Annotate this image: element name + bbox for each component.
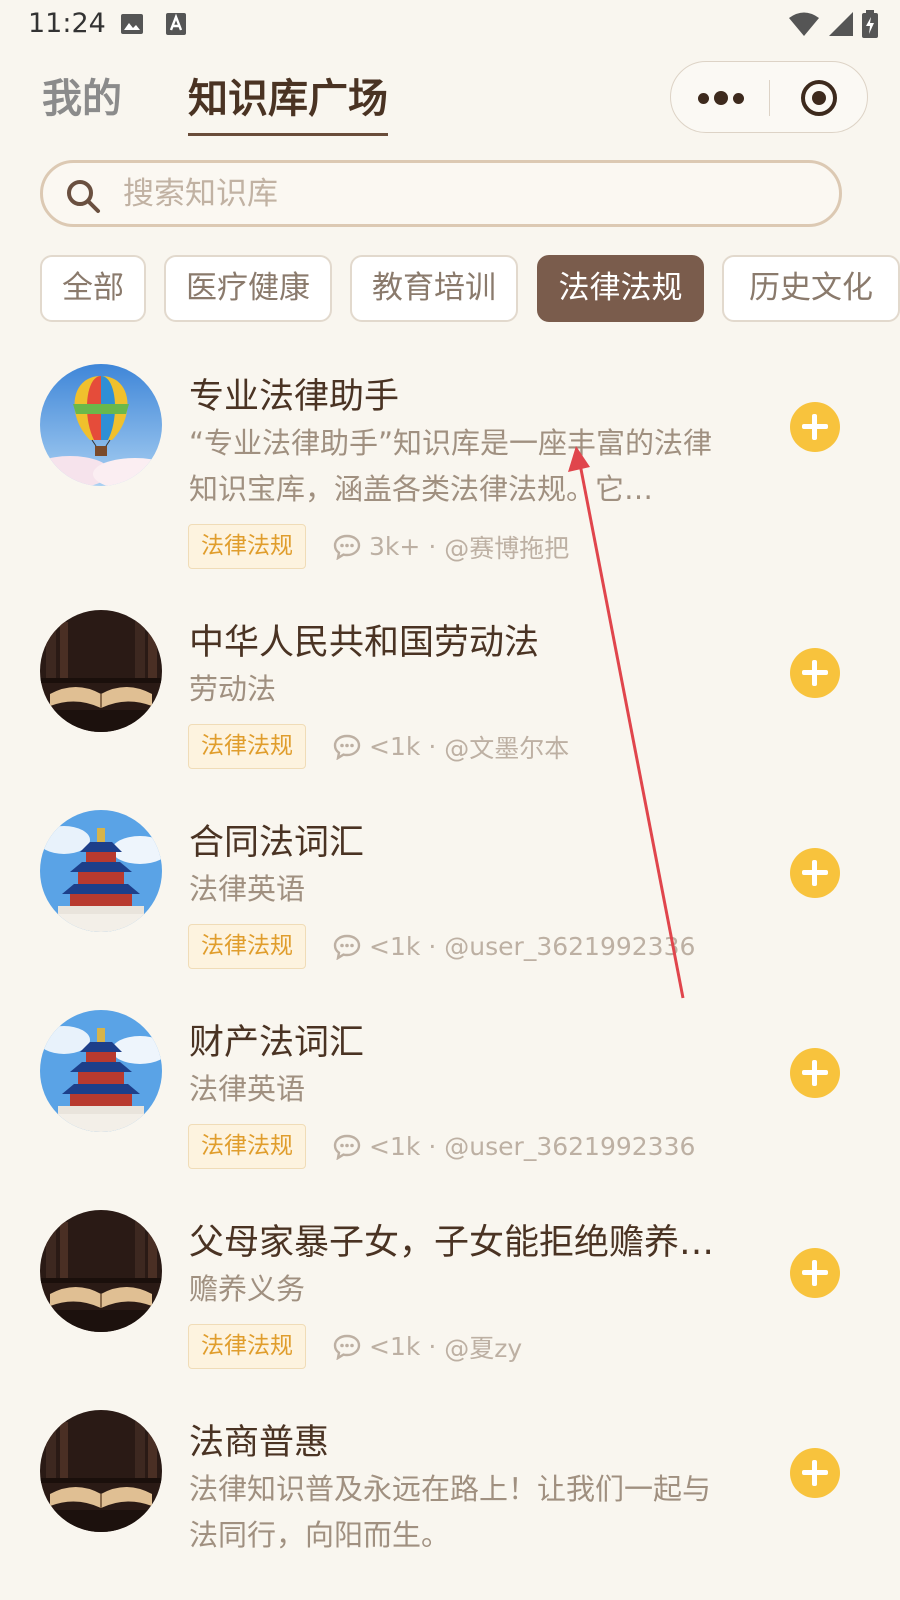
list-item[interactable]: 财产法词汇 法律英语 法律法规 <1k · @user_3621992336	[0, 1008, 900, 1188]
item-meta: <1k · @user_3621992336	[333, 1124, 695, 1169]
tab-knowledge-square[interactable]: 知识库广场	[188, 66, 388, 124]
wifi-icon	[789, 12, 819, 36]
list-item[interactable]: 专业法律助手 “专业法律助手”知识库是一座丰富的法律知识宝库，涵盖各类法律法规。…	[0, 362, 900, 582]
text-notification-icon	[166, 13, 186, 35]
list-item[interactable]: 法商普惠 法律知识普及永远在路上！让我们一起与法同行，向阳而生。	[0, 1408, 900, 1600]
meta-separator: ·	[428, 532, 437, 561]
capsule-divider	[769, 80, 770, 116]
list-item[interactable]: 中华人民共和国劳动法 劳动法 法律法规 <1k · @文墨尔本	[0, 608, 900, 788]
add-knowledge-base-button[interactable]	[790, 1048, 840, 1098]
item-count: <1k	[369, 932, 421, 961]
item-title: 专业法律助手	[189, 377, 400, 417]
add-knowledge-base-button[interactable]	[790, 648, 840, 698]
avatar-open-book	[40, 1410, 162, 1532]
item-description: “专业法律助手”知识库是一座丰富的法律知识宝库，涵盖各类法律法规。它…	[189, 426, 713, 506]
item-meta: <1k · @夏zy	[333, 1324, 522, 1369]
item-author: @赛博拖把	[444, 533, 570, 563]
item-description: 赡养义务	[189, 1272, 306, 1306]
avatar-open-book	[40, 610, 162, 732]
comment-bubble-icon	[333, 1334, 361, 1360]
list-item[interactable]: 父母家暴子女，子女能拒绝赡养… 赡养义务 法律法规 <1k · @夏zy	[0, 1208, 900, 1388]
category-chip-history[interactable]: 历史文化	[722, 255, 900, 322]
target-circle-icon[interactable]	[801, 80, 837, 116]
battery-charging-icon	[862, 10, 878, 38]
meta-separator: ·	[428, 1332, 437, 1361]
item-author: @文墨尔本	[444, 733, 570, 763]
avatar-open-book	[40, 1210, 162, 1332]
item-description: 法律知识普及永远在路上！让我们一起与法同行，向阳而生。	[189, 1472, 712, 1552]
category-chip-all[interactable]: 全部	[40, 255, 146, 322]
item-count: <1k	[369, 1132, 421, 1161]
item-author: @user_3621992336	[444, 1132, 696, 1161]
search-bar[interactable]	[40, 160, 842, 227]
item-title: 财产法词汇	[189, 1023, 365, 1063]
add-knowledge-base-button[interactable]	[790, 848, 840, 898]
active-tab-underline	[188, 133, 388, 136]
category-chip-education[interactable]: 教育培训	[350, 255, 518, 322]
item-meta: 3k+ · @赛博拖把	[333, 524, 569, 569]
comment-bubble-icon	[333, 934, 361, 960]
item-author: @夏zy	[444, 1333, 523, 1363]
tab-mine[interactable]: 我的	[42, 66, 122, 124]
mini-program-capsule	[670, 61, 868, 133]
item-title: 法商普惠	[189, 1423, 330, 1463]
add-knowledge-base-button[interactable]	[790, 1248, 840, 1298]
status-bar: 11:24	[0, 0, 900, 48]
list-item[interactable]: 合同法词汇 法律英语 法律法规 <1k · @user_3621992336	[0, 808, 900, 988]
category-chip-law[interactable]: 法律法规	[537, 255, 704, 322]
avatar-temple-of-heaven	[40, 810, 162, 932]
meta-separator: ·	[428, 932, 437, 961]
item-author: @user_3621992336	[444, 932, 696, 961]
item-title: 合同法词汇	[189, 823, 365, 863]
image-notification-icon	[121, 14, 143, 34]
item-meta: <1k · @文墨尔本	[333, 724, 569, 769]
search-input[interactable]	[123, 171, 803, 217]
avatar-temple-of-heaven	[40, 1010, 162, 1132]
item-meta: <1k · @user_3621992336	[333, 924, 695, 969]
item-count: <1k	[369, 732, 421, 761]
item-title: 中华人民共和国劳动法	[189, 623, 540, 663]
status-time: 11:24	[28, 8, 106, 39]
item-description: 法律英语	[189, 1072, 306, 1106]
comment-bubble-icon	[333, 1134, 361, 1160]
item-count: 3k+	[369, 532, 421, 561]
item-tag: 法律法规	[188, 1324, 306, 1369]
comment-bubble-icon	[333, 534, 361, 560]
search-icon	[67, 180, 100, 213]
item-count: <1k	[369, 1332, 421, 1361]
category-chip-medical[interactable]: 医疗健康	[164, 255, 332, 322]
add-knowledge-base-button[interactable]	[790, 402, 840, 452]
meta-separator: ·	[428, 732, 437, 761]
category-chips: 全部 医疗健康 教育培训 法律法规 历史文化	[40, 255, 900, 322]
cellular-signal-icon	[829, 12, 853, 36]
meta-separator: ·	[428, 1132, 437, 1161]
item-title: 父母家暴子女，子女能拒绝赡养…	[189, 1223, 715, 1263]
item-description: 法律英语	[189, 872, 306, 906]
comment-bubble-icon	[333, 734, 361, 760]
item-tag: 法律法规	[188, 724, 306, 769]
item-tag: 法律法规	[188, 924, 306, 969]
avatar-hot-air-balloon	[40, 364, 162, 486]
item-description: 劳动法	[189, 672, 277, 706]
add-knowledge-base-button[interactable]	[790, 1448, 840, 1498]
more-dots-icon[interactable]	[698, 88, 744, 108]
item-tag: 法律法规	[188, 524, 306, 569]
item-tag: 法律法规	[188, 1124, 306, 1169]
